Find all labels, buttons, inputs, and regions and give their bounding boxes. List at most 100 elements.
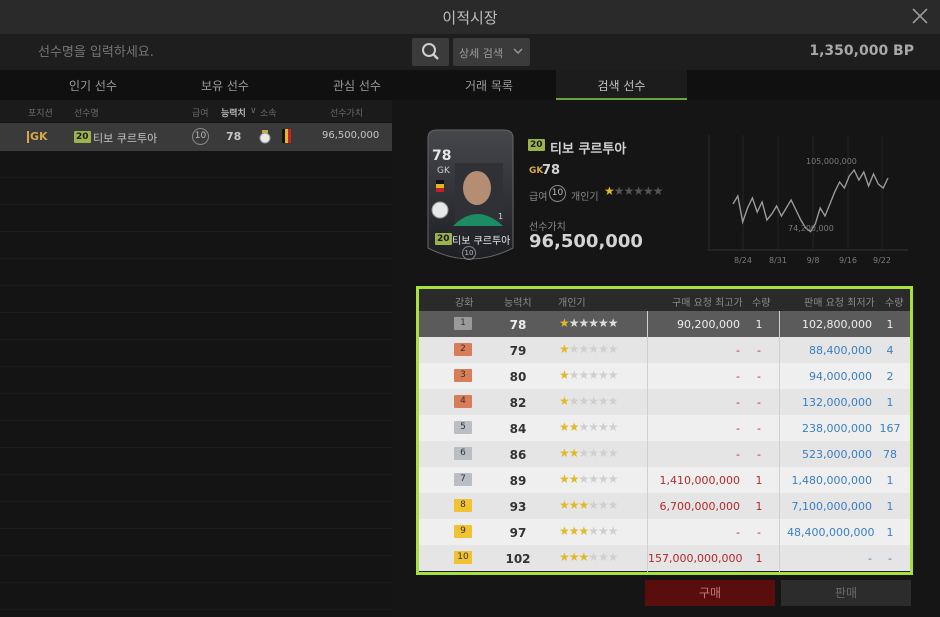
skill-stars: ★★★★★★ [559, 316, 619, 330]
sell-qty: 2 [886, 370, 894, 383]
header-club[interactable]: 소속 [260, 106, 277, 119]
tab-trades[interactable]: 거래 목록 [424, 70, 554, 100]
buy-max-price: 6,700,000,000 [659, 500, 740, 513]
row-position: GK [30, 130, 48, 143]
row-ovr: 93 [509, 500, 527, 514]
search-icon [422, 43, 439, 60]
list-item[interactable]: GK 20 티보 쿠르투아 10 78 96,500,000 [0, 123, 392, 151]
table-row[interactable]: 5 84 ★★★★★★ - - 238,000,000 167 [419, 415, 910, 441]
player-list: 포지션 선수명 급여 능력치 ∨ 소속 선수가치 GK 20 티보 쿠르투아 1… [0, 100, 392, 617]
skill-stars: ★★★★★★ [559, 368, 619, 382]
header-position[interactable]: 포지션 [28, 106, 53, 119]
row-ovr: 97 [509, 526, 527, 540]
skill-stars: ★★★★★★ [559, 342, 619, 356]
popularity-label: 개인기 [571, 192, 599, 203]
player-name: 티보 쿠르투아 [550, 142, 627, 157]
tab-popular[interactable]: 인기 선수 [28, 70, 158, 100]
buy-qty: - [757, 448, 761, 461]
table-row[interactable]: 9 97 ★★★★★★ - - 48,400,000,000 1 [419, 519, 910, 545]
card-ovr: 78 [432, 148, 452, 164]
buy-qty: - [757, 370, 761, 383]
th-buy-qty: 수량 [752, 298, 771, 309]
row-player-name: 티보 쿠르투아 [93, 132, 158, 145]
search-input[interactable] [0, 37, 408, 67]
position-bar [27, 131, 29, 143]
table-row[interactable]: 3 80 ★★★★★★ - - 94,000,000 2 [419, 363, 910, 389]
price-chart: 105,000,000 74,200,000 8/24 8/31 9/8 9/16 9/… [708, 130, 908, 270]
buy-qty: 1 [755, 500, 763, 513]
skill-stars: ★★★★★★ [559, 446, 619, 460]
tab-search-players[interactable]: 검색 선수 [556, 70, 687, 100]
grade-badge: 3 [454, 369, 472, 382]
th-grade: 강화 [455, 298, 474, 309]
card-position: GK [437, 166, 450, 176]
chevron-down-icon [513, 48, 523, 54]
grade-badge: 10 [454, 551, 472, 564]
x-tick-label: 8/31 [769, 256, 787, 265]
header-name[interactable]: 선수명 [74, 106, 99, 119]
player-level-badge: 20 [528, 139, 545, 151]
column-divider [779, 311, 780, 572]
sell-min-price: 132,000,000 [802, 396, 872, 409]
header-value[interactable]: 선수가치 [330, 106, 363, 119]
th-sell-min: 판매 요청 최저가 [804, 298, 875, 309]
tab-bar: 인기 선수 보유 선수 관심 선수 거래 목록 검색 선수 [0, 70, 940, 100]
search-bar: 상세 검색 1,350,000 BP [0, 34, 940, 70]
row-ovr: 79 [509, 344, 527, 358]
tab-watchlist[interactable]: 관심 선수 [292, 70, 422, 100]
title-bar: 이적시장 [0, 0, 940, 34]
buy-max-price: - [736, 396, 740, 409]
sell-min-price: 7,100,000,000 [791, 500, 872, 513]
table-header: 강화 능력치 개인기 구매 요청 최고가 수량 판매 요청 최저가 수량 [419, 289, 910, 311]
sell-button[interactable]: 판매 [781, 580, 911, 606]
flag-icon [282, 129, 291, 143]
table-row[interactable]: 7 89 ★★★★★★ 1,410,000,000 1 1,480,000,000 1 [419, 467, 910, 493]
x-tick-label: 9/16 [839, 256, 857, 265]
detail-search-dropdown[interactable]: 상세 검색 [453, 38, 530, 66]
search-button[interactable] [412, 38, 449, 66]
table-row[interactable]: 10 102 ★★★★★★ 157,000,000,000 1 - - [419, 545, 910, 571]
card-salary: 10 [462, 246, 476, 260]
header-salary[interactable]: 급여 [192, 106, 209, 119]
table-row[interactable]: 8 93 ★★★★★★ 6,700,000,000 1 7,100,000,000 1 [419, 493, 910, 519]
header-ovr[interactable]: 능력치 [221, 106, 246, 119]
skill-stars: ★★★★★★ [559, 394, 619, 408]
skill-stars: ★★★★★★ [559, 498, 619, 512]
row-ovr: 84 [509, 422, 527, 436]
sell-qty: 1 [886, 396, 894, 409]
skill-stars: ★★★★★★ [559, 550, 619, 564]
buy-max-price: - [736, 526, 740, 539]
club-crest-icon [259, 130, 271, 144]
sell-min-price: 238,000,000 [802, 422, 872, 435]
window-title: 이적시장 [442, 9, 498, 27]
buy-button[interactable]: 구매 [645, 580, 775, 606]
th-ovr: 능력치 [504, 298, 532, 309]
tab-owned[interactable]: 보유 선수 [160, 70, 290, 100]
sell-min-price: 88,400,000 [809, 344, 872, 357]
sell-qty: 167 [879, 422, 901, 435]
detail-search-label: 상세 검색 [459, 47, 503, 60]
grade-badge: 5 [454, 421, 472, 434]
sell-qty: - [888, 552, 892, 565]
grade-badge: 4 [454, 395, 472, 408]
close-icon[interactable] [910, 6, 930, 26]
buy-qty: 1 [755, 318, 763, 331]
table-row[interactable]: 6 86 ★★★★★★ - - 523,000,000 78 [419, 441, 910, 467]
sell-qty: 78 [883, 448, 897, 461]
table-row[interactable]: 1 78 ★★★★★★ 90,200,000 1 102,800,000 1 [419, 311, 910, 337]
column-divider [647, 311, 648, 572]
table-row[interactable]: 2 79 ★★★★★★ - - 88,400,000 4 [419, 337, 910, 363]
list-header: 포지션 선수명 급여 능력치 ∨ 소속 선수가치 [0, 100, 392, 122]
row-ovr: 78 [509, 318, 527, 332]
sort-arrow-icon: ∨ [250, 106, 257, 116]
buy-qty: - [757, 422, 761, 435]
grade-badge: 8 [454, 499, 472, 512]
buy-max-price: 90,200,000 [677, 318, 740, 331]
grade-badge: 2 [454, 343, 472, 356]
buy-max-price: - [736, 370, 740, 383]
card-level-badge: 20 [435, 233, 452, 245]
row-value: 96,500,000 [322, 130, 380, 141]
sell-min-price: 102,800,000 [802, 318, 872, 331]
row-ovr: 102 [505, 552, 531, 566]
table-row[interactable]: 4 82 ★★★★★★ - - 132,000,000 1 [419, 389, 910, 415]
